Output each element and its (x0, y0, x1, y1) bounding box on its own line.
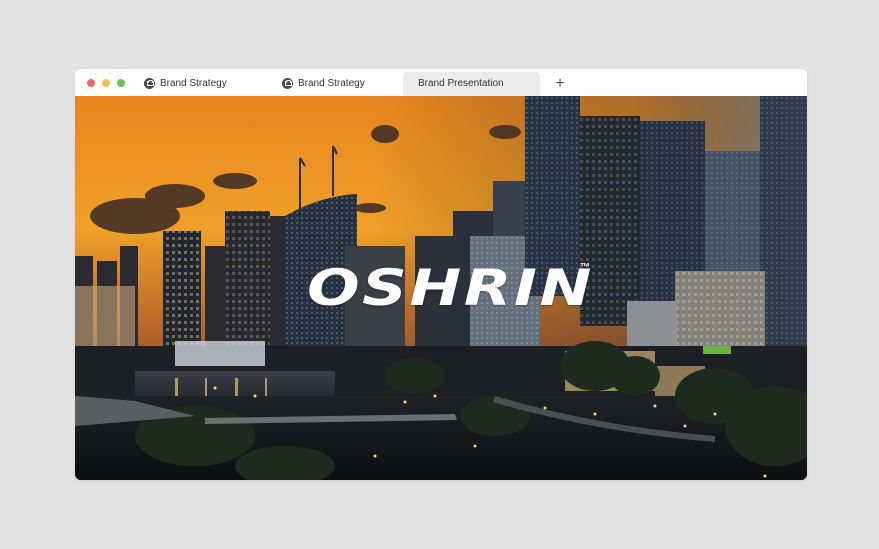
presentation-hero: OSHRIN ™ (75, 96, 807, 480)
tab-brand-presentation[interactable]: Brand Presentation (403, 72, 540, 96)
oshrin-logo: OSHRIN (307, 259, 594, 317)
trademark-symbol: ™ (580, 262, 590, 273)
tab-label: Brand Presentation (418, 78, 504, 89)
close-window-button[interactable] (87, 79, 95, 87)
minimize-window-button[interactable] (102, 79, 110, 87)
tab-bar: Brand Strategy Brand Strategy Brand Pres… (75, 69, 807, 97)
maximize-window-button[interactable] (117, 79, 125, 87)
tab-label: Brand Strategy (298, 78, 365, 89)
brand-favicon-icon (282, 78, 293, 89)
brand-favicon-icon (144, 78, 155, 89)
browser-window: Brand Strategy Brand Strategy Brand Pres… (75, 69, 807, 480)
tab-brand-strategy-1[interactable]: Brand Strategy (144, 72, 264, 96)
tab-label: Brand Strategy (160, 78, 227, 89)
new-tab-button[interactable]: + (553, 72, 567, 96)
tab-brand-strategy-2[interactable]: Brand Strategy (282, 72, 402, 96)
